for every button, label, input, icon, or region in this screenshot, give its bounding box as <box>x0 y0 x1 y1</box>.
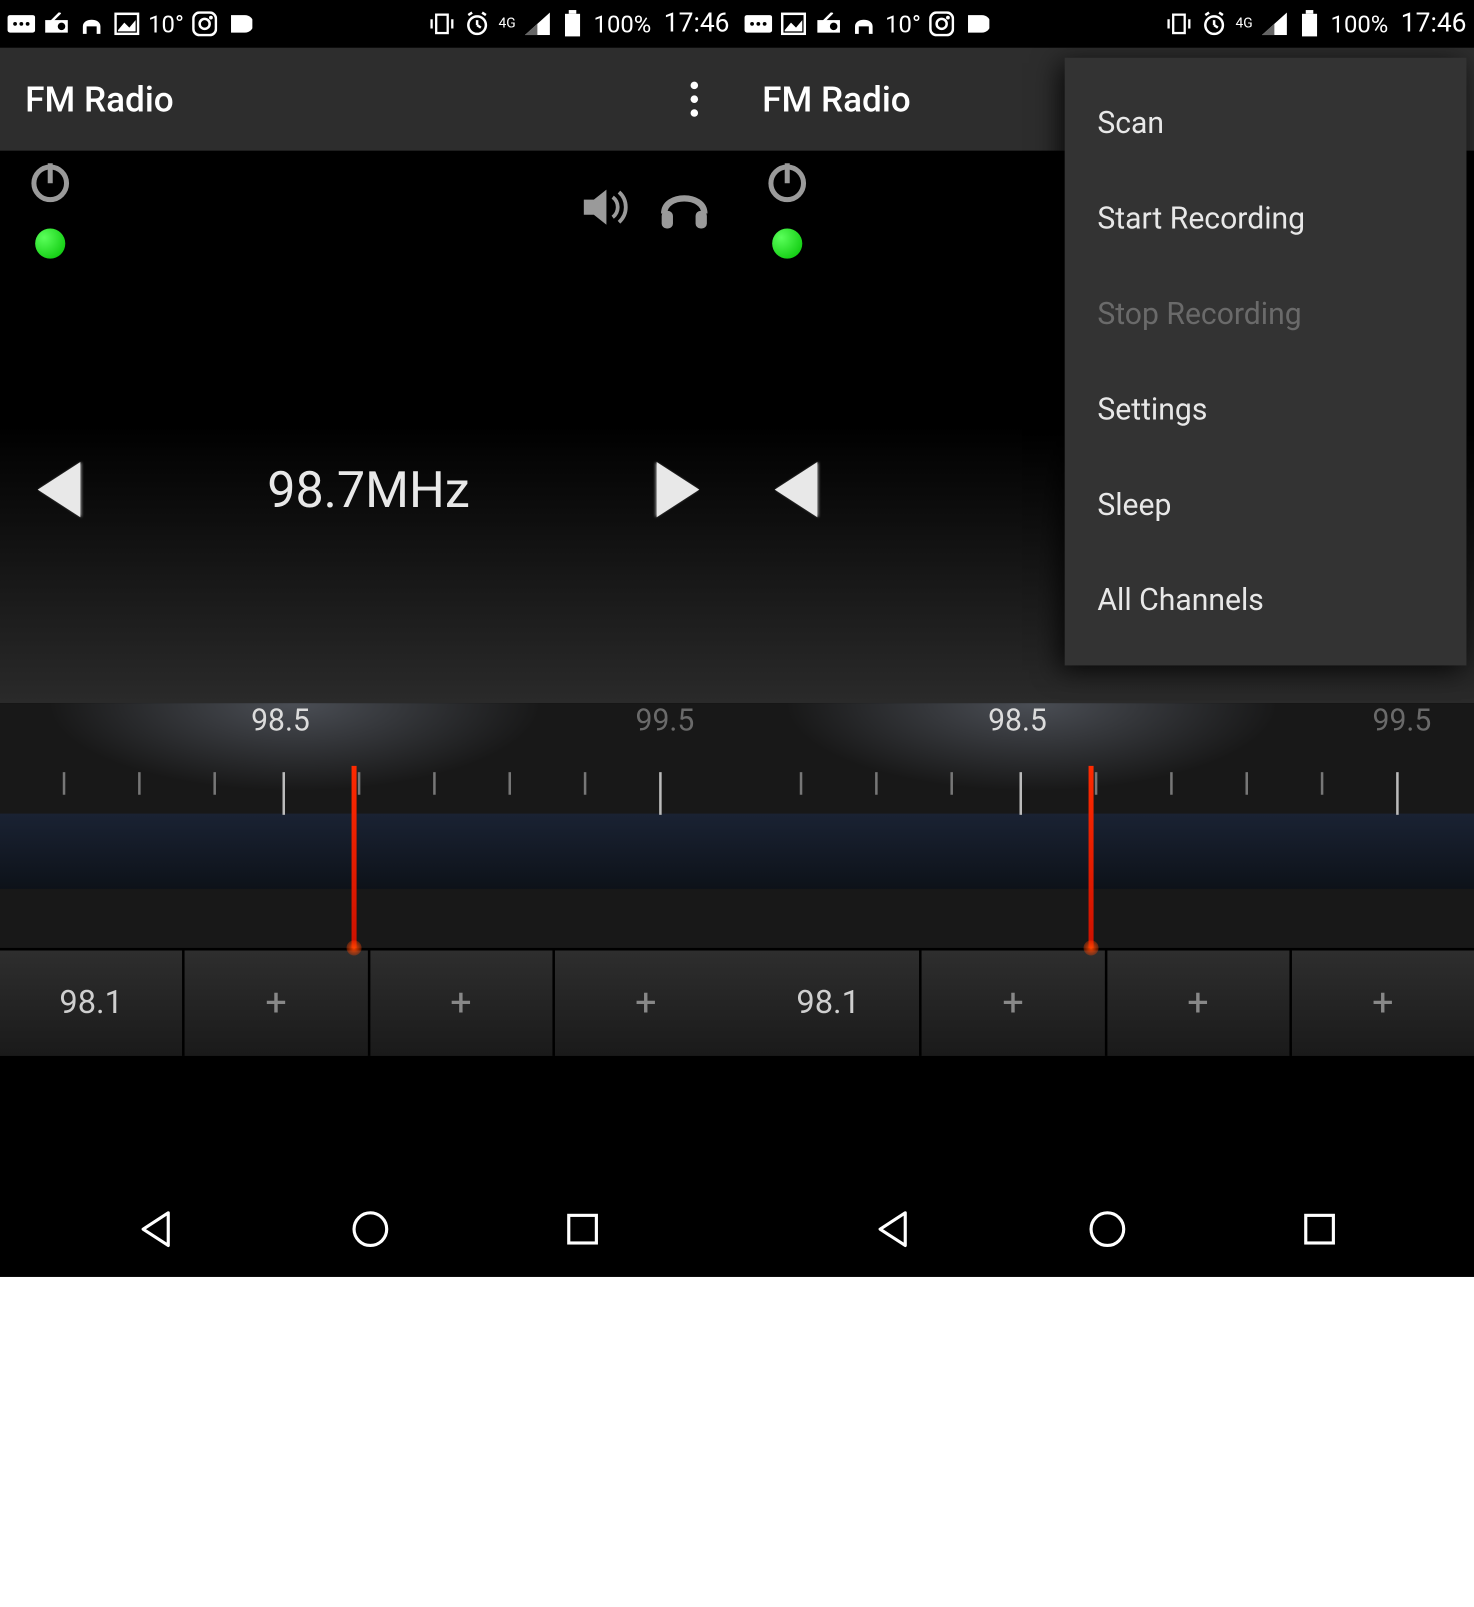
preset-slot-3[interactable]: + <box>1107 950 1292 1055</box>
vibrate-icon <box>1165 10 1193 38</box>
alarm-icon <box>463 10 491 38</box>
dial-label-995: 99.5 <box>1373 703 1432 738</box>
dial-label-985: 98.5 <box>988 703 1047 738</box>
signal-icon <box>1260 10 1288 38</box>
image-status-icon <box>780 10 808 38</box>
frequency-text: 98.7MHz <box>267 460 470 519</box>
battery-text: 100% <box>594 9 652 38</box>
power-button[interactable] <box>25 156 75 206</box>
dial-label-995: 99.5 <box>636 703 695 738</box>
preset-slot-2[interactable]: + <box>185 950 370 1055</box>
alarm-icon <box>1200 10 1228 38</box>
radio-status-icon <box>43 10 71 38</box>
preset-slot-1[interactable]: 98.1 <box>737 950 922 1055</box>
preset-slot-1[interactable]: 98.1 <box>0 950 185 1055</box>
dial-indicator <box>352 766 357 948</box>
preset-row: 98.1 + + + <box>0 948 737 1056</box>
vibrate-icon <box>428 10 456 38</box>
status-indicator <box>772 229 802 259</box>
status-indicator <box>35 229 65 259</box>
nav-bar <box>737 1181 1474 1276</box>
headphones-status-icon <box>850 10 878 38</box>
preset-slot-4[interactable]: + <box>1292 950 1474 1055</box>
back-button[interactable] <box>873 1208 916 1251</box>
app-title: FM Radio <box>762 78 911 119</box>
home-button[interactable] <box>350 1208 393 1251</box>
headphones-status-icon <box>78 10 106 38</box>
tune-down-button[interactable] <box>775 462 818 517</box>
status-bar: 10° 4G 100% 17:46 <box>0 0 737 48</box>
app-title: FM Radio <box>25 78 174 119</box>
overflow-menu-button[interactable] <box>677 68 712 131</box>
signal-icon <box>523 10 551 38</box>
time-text: 17:46 <box>664 9 730 39</box>
battery-icon <box>558 10 586 38</box>
menu-start-recording[interactable]: Start Recording <box>1065 171 1467 266</box>
dial-indicator <box>1089 766 1094 948</box>
temperature-text: 10° <box>885 9 921 38</box>
battery-text: 100% <box>1331 9 1389 38</box>
screen-left: 10° 4G 100% 17:46 FM Radio <box>0 0 737 1277</box>
home-button[interactable] <box>1087 1208 1130 1251</box>
instagram-status-icon <box>928 10 956 38</box>
frequency-dial[interactable]: 98.5 99.5 <box>737 703 1474 948</box>
preset-slot-4[interactable]: + <box>555 950 737 1055</box>
overflow-menu: Scan Start Recording Stop Recording Sett… <box>1065 58 1467 666</box>
menu-stop-recording: Stop Recording <box>1065 266 1467 361</box>
menu-scan[interactable]: Scan <box>1065 75 1467 170</box>
frequency-display-area: 98.7MHz <box>0 276 737 703</box>
status-bar: 10° 4G 100% 17:46 <box>737 0 1474 48</box>
back-button[interactable] <box>136 1208 179 1251</box>
image-status-icon <box>113 10 141 38</box>
instagram-status-icon <box>191 10 219 38</box>
recents-button[interactable] <box>564 1210 602 1248</box>
power-button[interactable] <box>762 156 812 206</box>
network-badge: 4G <box>499 18 516 31</box>
dial-label-985: 98.5 <box>251 703 310 738</box>
radio-status-icon <box>815 10 843 38</box>
app-status-icon <box>964 10 992 38</box>
preset-slot-2[interactable]: + <box>922 950 1107 1055</box>
preset-slot-3[interactable]: + <box>370 950 555 1055</box>
notification-icon <box>745 10 773 38</box>
temperature-text: 10° <box>148 9 184 38</box>
headphones-button[interactable] <box>657 183 712 231</box>
frequency-dial[interactable]: 98.5 99.5 <box>0 703 737 948</box>
time-text: 17:46 <box>1401 9 1467 39</box>
controls-row <box>0 151 737 251</box>
menu-sleep[interactable]: Sleep <box>1065 457 1467 552</box>
tune-down-button[interactable] <box>38 462 81 517</box>
app-bar: FM Radio <box>0 48 737 151</box>
battery-icon <box>1295 10 1323 38</box>
notification-icon <box>8 10 36 38</box>
speaker-button[interactable] <box>581 185 634 230</box>
tune-up-button[interactable] <box>657 462 700 517</box>
screen-right: 10° 4G 100% 17:46 FM Radio 98. <box>737 0 1474 1277</box>
network-badge: 4G <box>1236 18 1253 31</box>
preset-row: 98.1 + + + <box>737 948 1474 1056</box>
app-status-icon <box>227 10 255 38</box>
recents-button[interactable] <box>1301 1210 1339 1248</box>
menu-settings[interactable]: Settings <box>1065 362 1467 457</box>
nav-bar <box>0 1181 737 1276</box>
menu-all-channels[interactable]: All Channels <box>1065 552 1467 647</box>
